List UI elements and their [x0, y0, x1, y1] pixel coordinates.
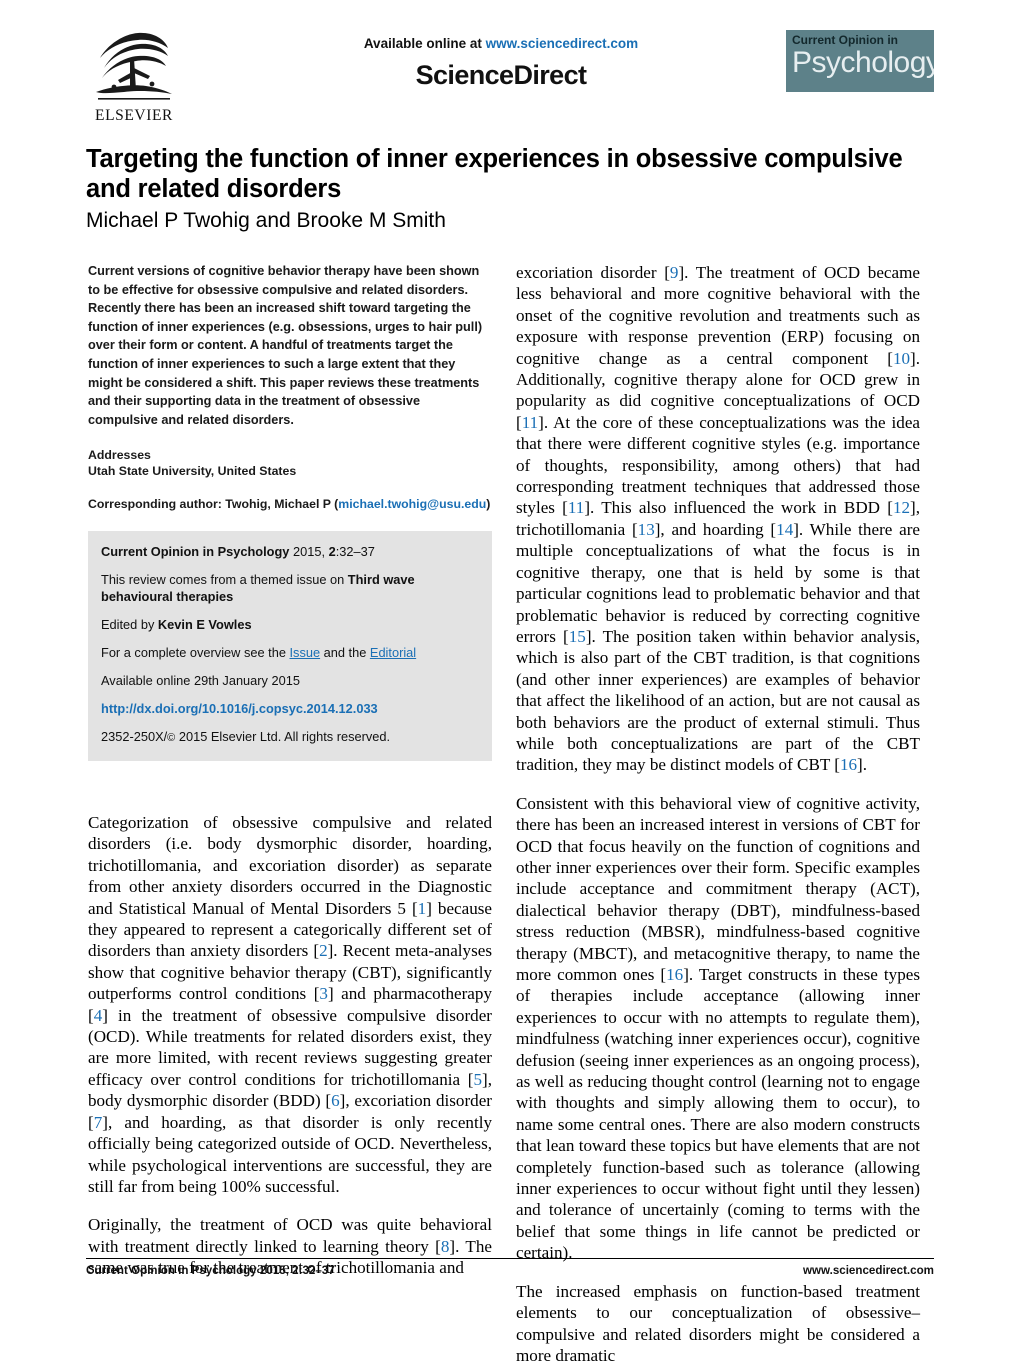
paragraph: Consistent with this behavioral view of …	[516, 793, 920, 1263]
corresponding-email-link[interactable]: michael.twohig@usu.edu	[338, 497, 486, 511]
citation-pages: :32–37	[335, 544, 375, 560]
citation-volume: 2	[328, 544, 336, 560]
corresponding-suffix: )	[486, 497, 491, 512]
editorial-link[interactable]: Editorial	[370, 645, 416, 660]
sciencedirect-url-link[interactable]: www.sciencedirect.com	[486, 36, 639, 51]
themed-issue-prefix: This review comes from a themed issue on	[101, 572, 348, 588]
footer-citation-detail: 2015, 2:32–37	[256, 1264, 335, 1277]
corresponding-author: Corresponding author: Twohig, Michael P …	[88, 497, 492, 511]
footer-citation: Current Opinion in Psychology 2015, 2:32…	[86, 1264, 335, 1277]
available-online-line: Available online at www.sciencedirect.co…	[286, 36, 716, 51]
journal-logo: Current Opinion in Psychology	[786, 30, 934, 92]
right-body-column: excoriation disorder [9]. The treatment …	[516, 262, 920, 1366]
page-footer: Current Opinion in Psychology 2015, 2:32…	[86, 1264, 934, 1277]
overview-line: For a complete overview see the Issue an…	[101, 644, 479, 661]
citation-year: 2015,	[289, 544, 329, 560]
title-block: Targeting the function of inner experien…	[86, 144, 934, 234]
available-online-text: Available online at	[363, 36, 486, 51]
corresponding-prefix: Corresponding author: Twohig, Michael P …	[88, 497, 339, 512]
edited-by-prefix: Edited by	[101, 617, 158, 633]
themed-issue-line: This review comes from a themed issue on…	[101, 571, 479, 605]
article-page: ELSEVIER Available online at www.science…	[0, 0, 1020, 1365]
overview-mid: and the	[320, 645, 370, 661]
doi-link[interactable]: http://dx.doi.org/10.1016/j.copsyc.2014.…	[101, 700, 479, 717]
editor-name: Kevin E Vowles	[157, 617, 252, 633]
issn-copyright-line: 2352-250X/© 2015 Elsevier Ltd. All right…	[101, 728, 479, 747]
abstract-text: Current versions of cognitive behavior t…	[88, 264, 483, 427]
left-body-text: Categorization of obsessive compulsive a…	[88, 812, 492, 1279]
citation-line: Current Opinion in Psychology 2015, 2:32…	[101, 543, 479, 560]
copyright-text: 2015 Elsevier Ltd. All rights reserved.	[175, 729, 391, 745]
masthead: ELSEVIER Available online at www.science…	[86, 24, 934, 132]
paragraph: The increased emphasis on function-based…	[516, 1281, 920, 1365]
footer-journal-name: Current Opinion in Psychology	[86, 1264, 257, 1277]
elsevier-logo: ELSEVIER	[86, 28, 182, 125]
issn-prefix: 2352-250X/	[101, 729, 168, 745]
left-column-meta: Current versions of cognitive behavior t…	[88, 262, 492, 762]
right-body-text: excoriation disorder [9]. The treatment …	[516, 262, 920, 1366]
page-title: Targeting the function of inner experien…	[86, 145, 903, 203]
journal-logo-bottom-text: Psychology	[792, 46, 934, 79]
citation-journal-name: Current Opinion in Psychology	[101, 544, 290, 560]
issue-link[interactable]: Issue	[290, 645, 321, 660]
sciencedirect-block: Available online at www.sciencedirect.co…	[286, 36, 716, 91]
elsevier-tree-icon	[94, 28, 174, 106]
footer-divider	[86, 1258, 934, 1259]
paragraph: Categorization of obsessive compulsive a…	[88, 813, 493, 1196]
edited-by-line: Edited by Kevin E Vowles	[101, 616, 479, 633]
overview-prefix: For a complete overview see the	[101, 645, 290, 661]
paragraph: excoriation disorder [9]. The treatment …	[516, 263, 920, 775]
journal-info-box: Current Opinion in Psychology 2015, 2:32…	[88, 531, 492, 762]
footer-website[interactable]: www.sciencedirect.com	[803, 1264, 934, 1277]
addresses-text: Utah State University, United States	[88, 464, 297, 479]
journal-logo-top-text: Current Opinion in	[792, 33, 898, 47]
elsevier-wordmark: ELSEVIER	[95, 107, 173, 124]
available-online-date: Available online 29th January 2015	[101, 673, 300, 689]
author-list: Michael P Twohig and Brooke M Smith	[86, 209, 446, 232]
sciencedirect-wordmark: ScienceDirect	[415, 60, 587, 90]
left-body-column: Categorization of obsessive compulsive a…	[88, 812, 492, 1279]
addresses-heading: Addresses	[88, 448, 151, 463]
